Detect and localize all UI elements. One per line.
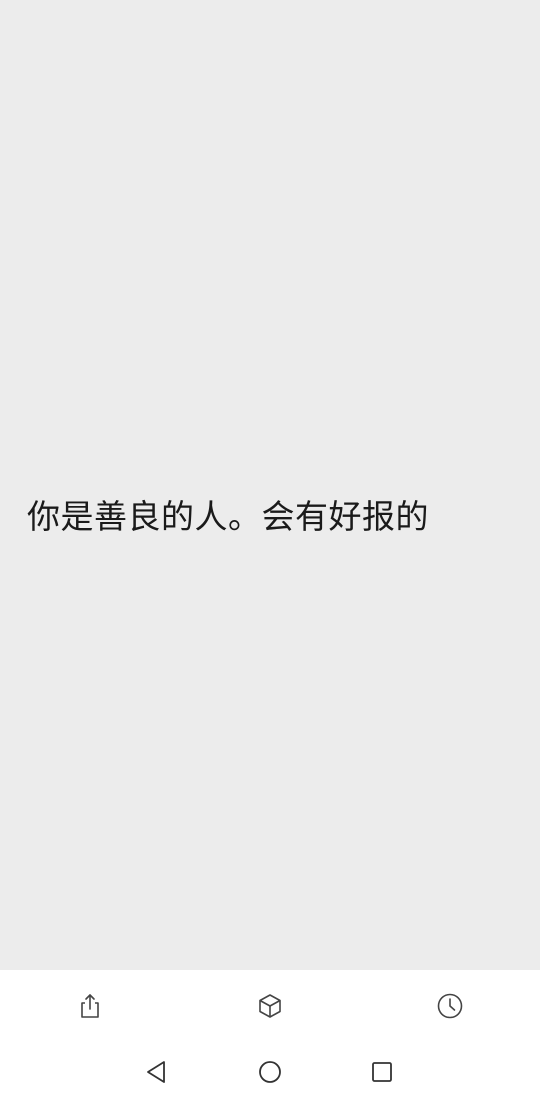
- home-button[interactable]: [255, 1057, 285, 1087]
- content-area: 你是善良的人。会有好报的: [0, 0, 540, 970]
- cube-button[interactable]: [252, 988, 288, 1024]
- bottom-toolbar: [0, 970, 540, 1040]
- home-circle-icon: [259, 1061, 281, 1083]
- share-button[interactable]: [72, 988, 108, 1024]
- screen: 你是善良的人。会有好报的: [0, 0, 540, 1102]
- cube-icon: [259, 994, 281, 1018]
- system-navigation-bar: [0, 1040, 540, 1102]
- back-triangle-icon: [147, 1061, 165, 1083]
- clock-button[interactable]: [432, 988, 468, 1024]
- back-button[interactable]: [141, 1057, 171, 1087]
- share-icon: [81, 994, 99, 1018]
- quote-text: 你是善良的人。会有好报的: [27, 497, 429, 536]
- clock-icon: [437, 993, 463, 1019]
- recents-square-icon: [372, 1062, 392, 1082]
- recents-button[interactable]: [367, 1057, 397, 1087]
